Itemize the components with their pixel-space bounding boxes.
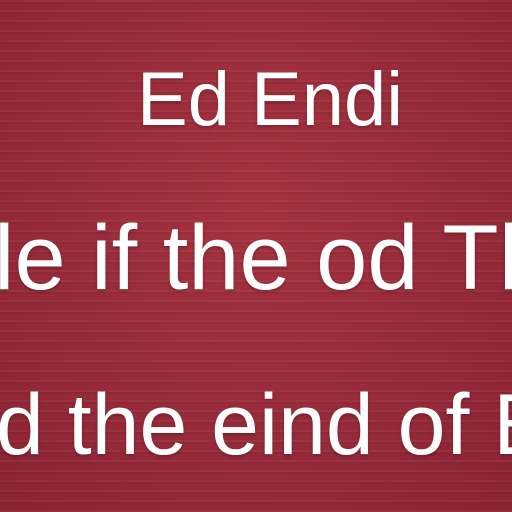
text-line-3: d the eind of Eho <box>0 377 512 473</box>
maroon-text-banner: Ed Endi le if the od Th d the eind of Eh… <box>0 0 512 512</box>
text-line-1: Ed Endi <box>137 57 404 142</box>
text-line-2: le if the od Th <box>0 207 512 309</box>
